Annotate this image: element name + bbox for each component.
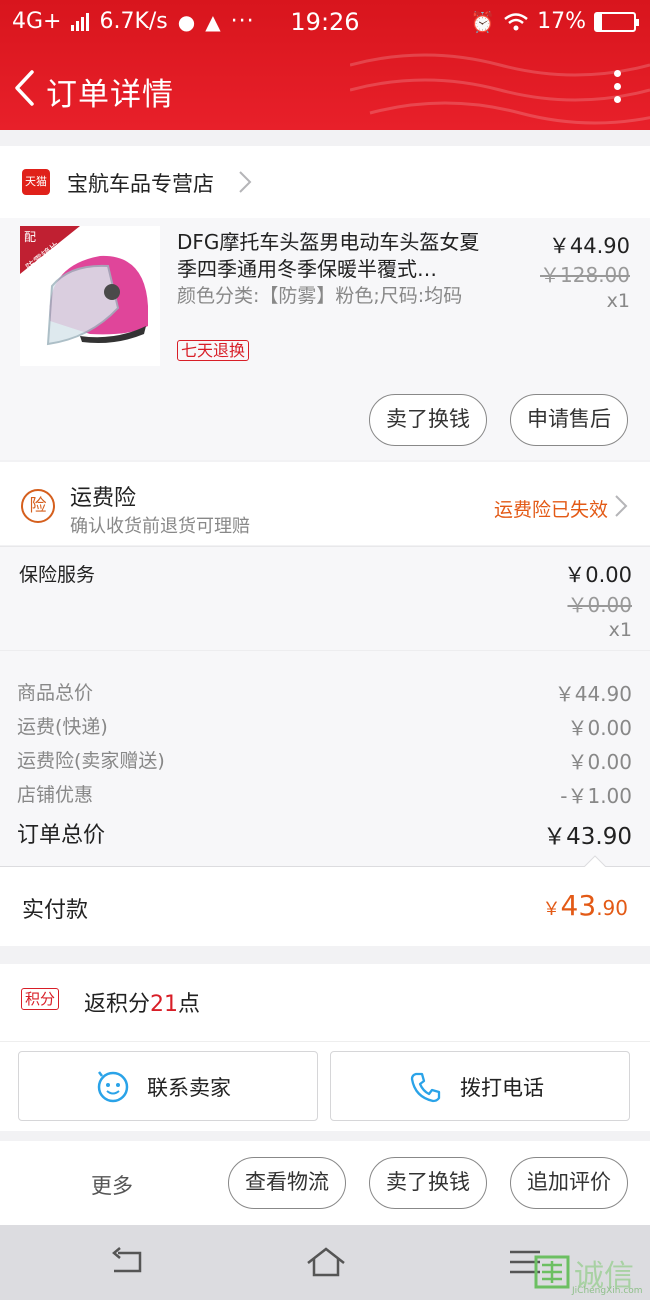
add-review-button[interactable]: 追加评价 <box>510 1157 628 1209</box>
summary-label: 运费险(卖家赠送) <box>17 750 165 772</box>
order-total-label: 订单总价 <box>17 823 106 848</box>
summary-label: 运费(快递) <box>17 716 108 738</box>
product-item[interactable]: 配 防雾镜片 DFG摩托车头盔男电动车头盔女夏季四季通用冬季保暖半覆式… 颜色分… <box>0 218 650 460</box>
service-price: ￥0.00 <box>564 563 632 587</box>
call-phone-button[interactable]: 拨打电话 <box>330 1051 630 1121</box>
more-vertical-icon[interactable] <box>612 70 622 106</box>
insurance-status[interactable]: 运费险已失效 <box>494 495 608 522</box>
after-sales-button[interactable]: 申请售后 <box>510 394 628 446</box>
summary-value: -￥1.00 <box>560 784 632 808</box>
paid-label: 实付款 <box>22 898 89 923</box>
battery-percent: 17% <box>537 9 586 34</box>
call-phone-label: 拨打电话 <box>460 1076 544 1100</box>
product-sku: 颜色分类:【防雾】粉色;尺码:均码 <box>177 285 463 307</box>
insurance-service-item: 保险服务 ￥0.00 ￥0.00 x1 <box>0 546 650 650</box>
product-image[interactable]: 配 防雾镜片 <box>20 226 160 366</box>
product-price: ￥44.90 <box>548 234 630 258</box>
watermark: 诚信 JiChengXin.com <box>534 1251 644 1299</box>
paid-currency: ￥ <box>542 899 561 920</box>
summary-value: ￥0.00 <box>567 750 632 774</box>
watermark-subtext: JiChengXin.com <box>572 1286 643 1296</box>
chevron-right-icon <box>239 171 252 193</box>
store-name[interactable]: 宝航车品专营店 <box>67 168 214 198</box>
alarm-icon: ⏰ <box>470 9 496 34</box>
points-number: 21 <box>150 992 179 1017</box>
product-title[interactable]: DFG摩托车头盔男电动车头盔女夏季四季通用冬季保暖半覆式… <box>177 229 493 283</box>
chevron-right-icon <box>615 495 628 517</box>
service-quantity: x1 <box>608 619 632 641</box>
order-total-value: ￥43.90 <box>543 824 632 850</box>
store-row[interactable]: 天猫 宝航车品专营店 <box>0 146 650 218</box>
action-bar: 更多 查看物流 卖了换钱 追加评价 <box>0 1141 650 1225</box>
more-actions-button[interactable]: 更多 <box>91 1170 133 1200</box>
chat-face-icon <box>97 1071 129 1103</box>
paid-amount: ￥43.90 <box>543 889 628 922</box>
summary-label: 商品总价 <box>17 682 94 704</box>
product-original-price: ￥128.00 <box>540 263 630 287</box>
points-prefix: 返积分 <box>84 992 151 1017</box>
image-badge-top: 配 <box>24 230 37 244</box>
resell-button[interactable]: 卖了换钱 <box>369 1157 487 1209</box>
divider-notch <box>584 855 606 867</box>
service-label: 保险服务 <box>19 564 96 586</box>
contact-seller-button[interactable]: 联系卖家 <box>18 1051 318 1121</box>
nav-home-icon[interactable] <box>305 1245 347 1279</box>
watermark-logo-icon <box>534 1255 570 1289</box>
battery-icon <box>594 11 639 32</box>
points-text: 返积分21点 <box>84 986 200 1018</box>
paid-decimal: .90 <box>596 896 628 920</box>
contact-bar: 联系卖家 拨打电话 <box>0 1041 650 1131</box>
insurance-subtitle: 确认收货前退货可理赔 <box>70 516 250 537</box>
status-bar: 4G+ 6.7K/s ● ▲ ··· 19:26 ⏰ 17% <box>0 0 650 44</box>
wifi-icon <box>504 12 528 30</box>
shipping-insurance-row[interactable]: 险 运费险 确认收货前退货可理赔 运费险已失效 <box>0 462 650 545</box>
service-original-price: ￥0.00 <box>567 593 632 617</box>
tmall-badge: 天猫 <box>22 169 50 195</box>
price-summary: 商品总价 ￥44.90 运费(快递) ￥0.00 运费险(卖家赠送) ￥0.00… <box>0 650 650 866</box>
points-suffix: 点 <box>178 992 201 1017</box>
insurance-icon: 险 <box>21 489 55 523</box>
paid-integer: 43 <box>560 889 597 922</box>
contact-seller-label: 联系卖家 <box>147 1076 231 1100</box>
back-arrow-icon[interactable] <box>10 68 40 108</box>
phone-icon <box>410 1072 441 1103</box>
summary-value: ￥0.00 <box>567 716 632 740</box>
nav-back-icon[interactable] <box>108 1247 144 1277</box>
resell-button[interactable]: 卖了换钱 <box>369 394 487 446</box>
page-title: 订单详情 <box>46 77 174 113</box>
paid-amount-row: 实付款 ￥43.90 <box>0 866 650 946</box>
points-badge: 积分 <box>21 988 60 1010</box>
app-header: 4G+ 6.7K/s ● ▲ ··· 19:26 ⏰ 17% 订单详情 <box>0 0 650 130</box>
view-logistics-button[interactable]: 查看物流 <box>228 1157 346 1209</box>
insurance-title: 运费险 <box>70 486 137 511</box>
product-quantity: x1 <box>606 290 630 312</box>
return-policy-badge: 七天退换 <box>177 340 250 361</box>
points-row: 积分 返积分21点 <box>0 964 650 1041</box>
summary-value: ￥44.90 <box>554 682 632 706</box>
summary-label: 店铺优惠 <box>17 784 94 806</box>
